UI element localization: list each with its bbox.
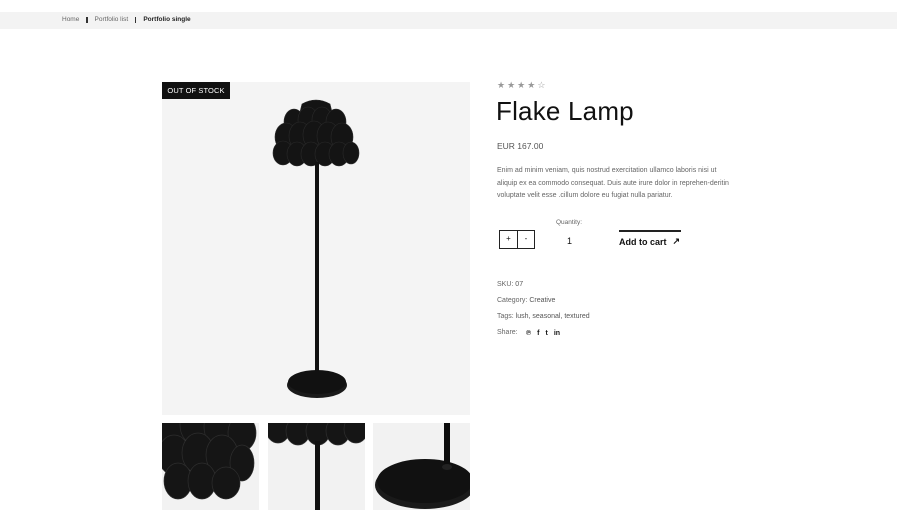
sku-row: SKU: 07 xyxy=(497,281,523,288)
product-title: Flake Lamp xyxy=(496,96,634,126)
add-to-cart-underline xyxy=(619,230,681,232)
share-icons: ℗ f t in xyxy=(526,330,560,338)
stem-closeup-illustration xyxy=(268,423,365,510)
pinterest-icon[interactable]: ℗ xyxy=(526,330,531,338)
breadcrumb-bar: Home Portfolio list Portfolio single xyxy=(0,12,897,29)
breadcrumb-separator xyxy=(86,16,88,23)
base-closeup-illustration xyxy=(375,423,470,509)
lamp-illustration xyxy=(272,99,360,398)
arrow-up-right-icon: ↗ xyxy=(672,236,681,246)
breadcrumb: Home Portfolio list Portfolio single xyxy=(62,16,191,23)
breadcrumb-home[interactable]: Home xyxy=(62,16,79,23)
breadcrumb-portfolio-list[interactable]: Portfolio list xyxy=(95,16,129,23)
thumbnail-base-detail[interactable] xyxy=(373,423,470,510)
star-filled-icon: ★ xyxy=(507,80,516,90)
shade-closeup-illustration xyxy=(162,423,257,500)
quantity-value[interactable]: 1 xyxy=(567,236,572,246)
quantity-decrease-button[interactable]: - xyxy=(517,231,534,248)
category-value[interactable]: Creative xyxy=(529,297,555,304)
tags-value[interactable]: lush, seasonal, textured xyxy=(516,313,590,320)
tags-row: Tags: lush, seasonal, textured xyxy=(497,313,590,320)
facebook-icon[interactable]: f xyxy=(537,330,539,338)
star-filled-icon: ★ xyxy=(527,80,536,90)
twitter-icon[interactable]: t xyxy=(546,330,548,338)
star-empty-icon: ☆ xyxy=(537,80,546,90)
breadcrumb-separator xyxy=(135,16,137,23)
out-of-stock-badge: OUT OF STOCK xyxy=(162,82,230,99)
share-row: Share: xyxy=(497,329,518,336)
category-label: Category: xyxy=(497,297,528,304)
sku-value: 07 xyxy=(515,281,524,288)
product-description: Enim ad minim veniam, quis nostrud exerc… xyxy=(497,167,729,199)
quantity-increase-button[interactable]: + xyxy=(500,231,517,248)
category-row: Category: Creative xyxy=(497,297,555,304)
star-filled-icon: ★ xyxy=(517,80,526,90)
thumbnail-shade-detail[interactable] xyxy=(162,423,259,510)
tags-label: Tags: xyxy=(497,313,514,320)
share-label: Share: xyxy=(497,329,518,336)
quantity-label: Quantity: xyxy=(556,219,583,226)
thumbnail-stem-detail[interactable] xyxy=(268,423,365,510)
add-to-cart-button[interactable]: Add to cart ↗ xyxy=(619,236,680,247)
add-to-cart-label: Add to cart xyxy=(619,236,667,247)
quantity-stepper: + - xyxy=(499,230,535,249)
star-rating: ★ ★ ★ ★ ☆ xyxy=(497,80,545,90)
product-price: EUR 167.00 xyxy=(497,141,544,151)
star-filled-icon: ★ xyxy=(497,80,506,90)
product-main-image[interactable] xyxy=(162,82,470,415)
sku-label: SKU: xyxy=(497,281,514,288)
breadcrumb-current: Portfolio single xyxy=(143,16,191,23)
linkedin-icon[interactable]: in xyxy=(554,330,560,338)
